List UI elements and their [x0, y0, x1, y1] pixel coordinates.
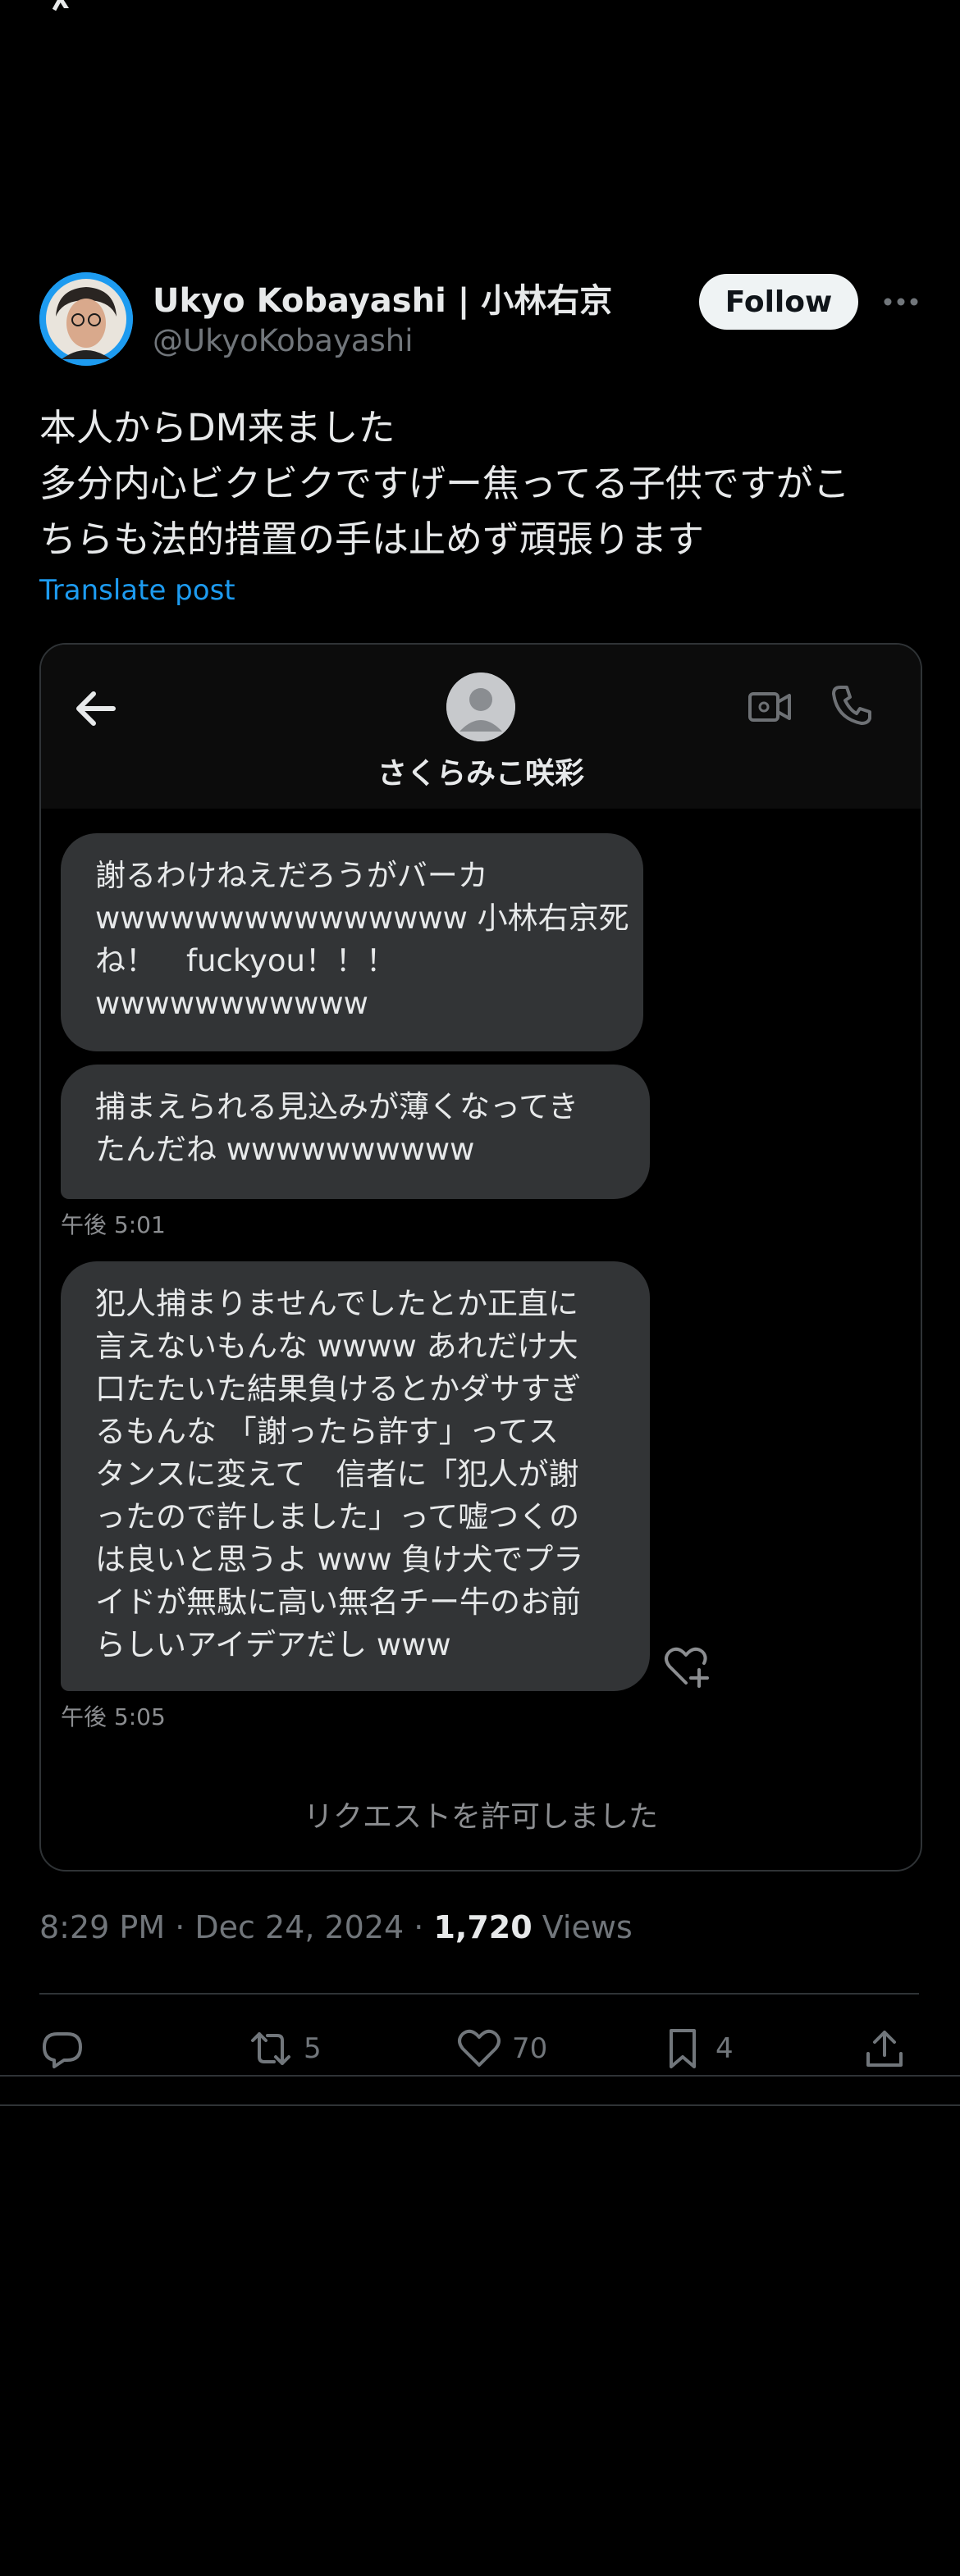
author-handle[interactable]: @UkyoKobayashi [153, 323, 414, 358]
x-logo-icon[interactable] [39, 0, 98, 15]
tweet-time[interactable]: 8:29 PM [39, 1909, 165, 1945]
dm-message-line: タンスに変えて 信者に「犯人が謝 [95, 1457, 579, 1492]
author-name[interactable]: Ukyo Kobayashi | 小林右京 [153, 274, 612, 321]
video-icon [748, 692, 791, 722]
views-label: Views [542, 1909, 633, 1945]
dm-message-line: イドが無駄に高い無名チー牛のお前 [95, 1584, 581, 1620]
dm-message-line: ね！ fuckyou！！！ [95, 943, 396, 978]
back-arrow-icon [76, 691, 116, 726]
like-icon [458, 2029, 501, 2067]
views-count: 1,720 [433, 1909, 533, 1945]
divider [0, 2075, 960, 2077]
share-icon [866, 2031, 903, 2067]
bookmark-count: 4 [715, 2032, 734, 2065]
dm-message-line: 捕まえられる見込みが薄くなってき [95, 1089, 579, 1124]
reply-icon [43, 2032, 82, 2068]
reply-button[interactable] [39, 2019, 85, 2078]
dm-message-line: 言えないもんな wwww あれだけ大 [95, 1329, 578, 1364]
request-status: リクエストを許可しました [303, 1800, 658, 1834]
bookmark-icon [670, 2029, 696, 2068]
like-button[interactable]: 70 [456, 2019, 547, 2078]
tweet-text: 本人からDM来ました 多分内心ビクビクですげー焦ってる子供ですがこ ちらも法的措… [39, 400, 926, 568]
tweet-line: 多分内心ビクビクですげー焦ってる子供ですがこ [39, 462, 850, 505]
action-bar: 5 70 4 [39, 2019, 919, 2078]
dm-timestamp: 午後 5:01 [61, 1211, 166, 1238]
phone-icon [832, 686, 871, 725]
repost-count: 5 [304, 2032, 322, 2065]
dm-message-line: 謝るわけねえだろうがバーカ [95, 858, 488, 893]
follow-button[interactable]: Follow [699, 274, 858, 330]
tweet-line: ちらも法的措置の手は止めず頑張ります [39, 517, 705, 561]
divider [39, 1993, 919, 1995]
dm-message-line: 口たたいた結果負けるとかダサすぎ [95, 1371, 581, 1407]
dm-contact-avatar [446, 672, 515, 741]
dm-message: 捕まえられる見込みが薄くなってき たんだね wwwwwwwwww [61, 1065, 650, 1199]
dm-message: 謝るわけねえだろうがバーカ wwwwwwwwwwwwwww 小林右京死 ね！ f… [61, 833, 643, 1051]
dm-message-line: ったので許しました」って嘘つくの [95, 1499, 580, 1534]
tweet-meta: 8:29 PM · Dec 24, 2024 · 1,720 Views [39, 1909, 633, 1945]
dm-message-line: らしいアイデアだし www [95, 1627, 451, 1662]
tweet-date[interactable]: Dec 24, 2024 [194, 1909, 404, 1945]
repost-button[interactable]: 5 [248, 2019, 322, 2078]
dm-timestamp: 午後 5:05 [61, 1703, 166, 1730]
divider [0, 2104, 960, 2106]
dm-message-line: wwwwwwwwwwwwwww 小林右京死 [95, 900, 629, 936]
dm-message-line: たんだね wwwwwwwwww [95, 1132, 475, 1167]
like-count: 70 [512, 2032, 548, 2065]
dm-message-line: wwwwwwwwwww [95, 986, 368, 1021]
dm-message-line: 犯人捕まりませんでしたとか正直に [95, 1286, 579, 1321]
tweet-line: 本人からDM来ました [39, 406, 395, 449]
more-icon[interactable] [881, 289, 921, 315]
share-button[interactable] [862, 2019, 907, 2078]
dm-message: 犯人捕まりませんでしたとか正直に 言えないもんな wwww あれだけ大 口たたい… [61, 1261, 650, 1691]
dm-message-line: るもんな 「謝ったら許す」ってス [95, 1414, 559, 1449]
bookmark-button[interactable]: 4 [660, 2019, 734, 2078]
media-screenshot[interactable]: さくらみこ咲彩 謝るわけねえだろうがバーカ wwwwwwwwwwwwwww 小林… [39, 643, 922, 1872]
heart-plus-icon [665, 1647, 709, 1688]
translate-link[interactable]: Translate post [39, 574, 235, 607]
repost-icon [251, 2032, 290, 2065]
dm-contact-name: さくらみこ咲彩 [377, 757, 584, 791]
dm-message-line: は良いと思うよ www 負け犬でプラ [95, 1542, 584, 1577]
author-avatar[interactable] [39, 272, 133, 366]
